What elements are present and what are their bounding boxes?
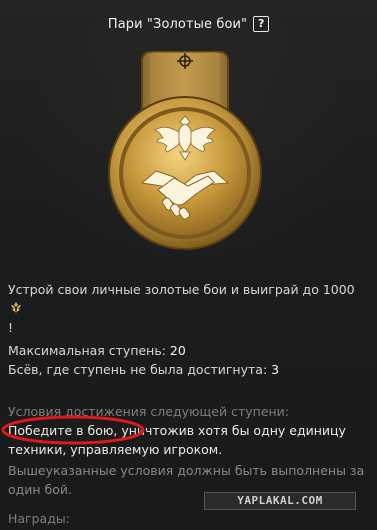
description-text: Устрой свои личные золотые бои и выиграй… <box>8 282 355 297</box>
conditions-label: Условия достижения следующей ступени: <box>8 404 290 419</box>
stats-block: Максимальная ступень: 20 Бсёв, где ступе… <box>8 341 368 379</box>
battles-label: Бсёв, где ступень не была достигнута: <box>8 362 272 377</box>
description-suffix: ! <box>8 320 14 335</box>
rewards-label: Награды: <box>8 511 70 526</box>
gold-eagle-icon <box>8 301 24 315</box>
watermark: YAPLAKAL.COM <box>204 492 356 510</box>
battles-row: Бсёв, где ступень не была достигнута: 3 <box>8 360 368 379</box>
max-stage-label: Максимальная ступень: <box>8 343 170 358</box>
medal-graphic <box>108 51 262 250</box>
page-title: Пари "Золотые бои" <box>107 16 248 32</box>
max-stage-row: Максимальная ступень: 20 <box>8 341 368 360</box>
battles-value: 3 <box>271 362 280 377</box>
conditions-main: Победите в бою, уничтожив хотя бы одну е… <box>8 423 346 457</box>
help-button[interactable]: ? <box>253 16 270 32</box>
title-bar: Пари "Золотые бои" ? <box>0 13 377 35</box>
max-stage-value: 20 <box>169 343 186 358</box>
gold-battle-medal-icon <box>106 48 264 258</box>
bet-description: Устрой свои личные золотые бои и выиграй… <box>8 280 368 337</box>
